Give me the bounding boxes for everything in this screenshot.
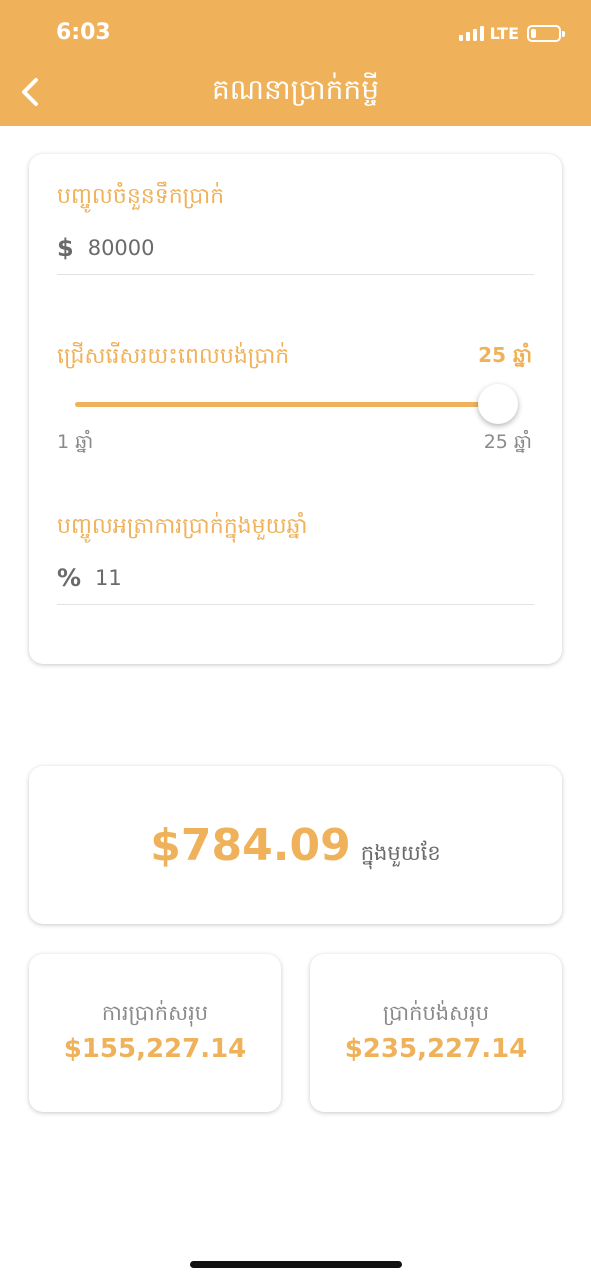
status-time: 6:03 bbox=[56, 20, 111, 45]
battery-icon bbox=[527, 24, 565, 42]
total-payment-label: ប្រាក់បង់សរុប bbox=[382, 1001, 490, 1025]
amount-field[interactable]: $ 80000 bbox=[57, 234, 534, 275]
term-max-label: 25 ឆ្នាំ bbox=[483, 431, 532, 453]
app-header: 6:03 LTE គណនាប្រាក់កម្ចី bbox=[0, 0, 591, 126]
total-interest-value: $155,227.14 bbox=[63, 1034, 247, 1064]
status-indicators: LTE bbox=[458, 20, 565, 46]
monthly-payment-amount: $784.09 bbox=[150, 820, 351, 871]
total-interest-card: ការប្រាក់សរុប $155,227.14 bbox=[29, 954, 281, 1112]
loan-input-card: បញ្ចូលចំនួនទឹកប្រាក់ $ 80000 ជ្រើសរើសរយះ… bbox=[29, 154, 562, 664]
amount-label: បញ្ចូលចំនួនទឹកប្រាក់ bbox=[57, 184, 225, 209]
term-slider-track[interactable] bbox=[75, 402, 515, 407]
term-min-label: 1 ឆ្នាំ bbox=[57, 431, 94, 453]
monthly-payment-unit: ក្នុងមួយខែ bbox=[360, 841, 441, 865]
network-label: LTE bbox=[489, 23, 519, 43]
term-label: ជ្រើសរើសរយះពេលបង់ប្រាក់ bbox=[57, 344, 290, 369]
total-payment-card: ប្រាក់បង់សរុប $235,227.14 bbox=[310, 954, 562, 1112]
amount-input[interactable]: 80000 bbox=[88, 236, 155, 260]
total-payment-value: $235,227.14 bbox=[344, 1034, 528, 1064]
page-title: គណនាប្រាក់កម្ចី bbox=[212, 73, 379, 106]
term-value: 25 ឆ្នាំ bbox=[478, 343, 532, 367]
dollar-prefix: $ bbox=[57, 234, 74, 262]
percent-prefix: % bbox=[57, 564, 82, 592]
monthly-payment-card: $784.09 ក្នុងមួយខែ bbox=[29, 766, 562, 924]
term-slider-thumb[interactable] bbox=[478, 384, 518, 424]
rate-input[interactable]: 11 bbox=[95, 566, 122, 590]
total-interest-label: ការប្រាក់សរុប bbox=[101, 1001, 209, 1025]
rate-label: បញ្ចូលអត្រាការប្រាក់ក្នុងមួយឆ្នាំ bbox=[57, 514, 308, 539]
home-indicator[interactable] bbox=[190, 1261, 402, 1268]
rate-field[interactable]: % 11 bbox=[57, 564, 534, 605]
signal-icon bbox=[458, 25, 484, 41]
